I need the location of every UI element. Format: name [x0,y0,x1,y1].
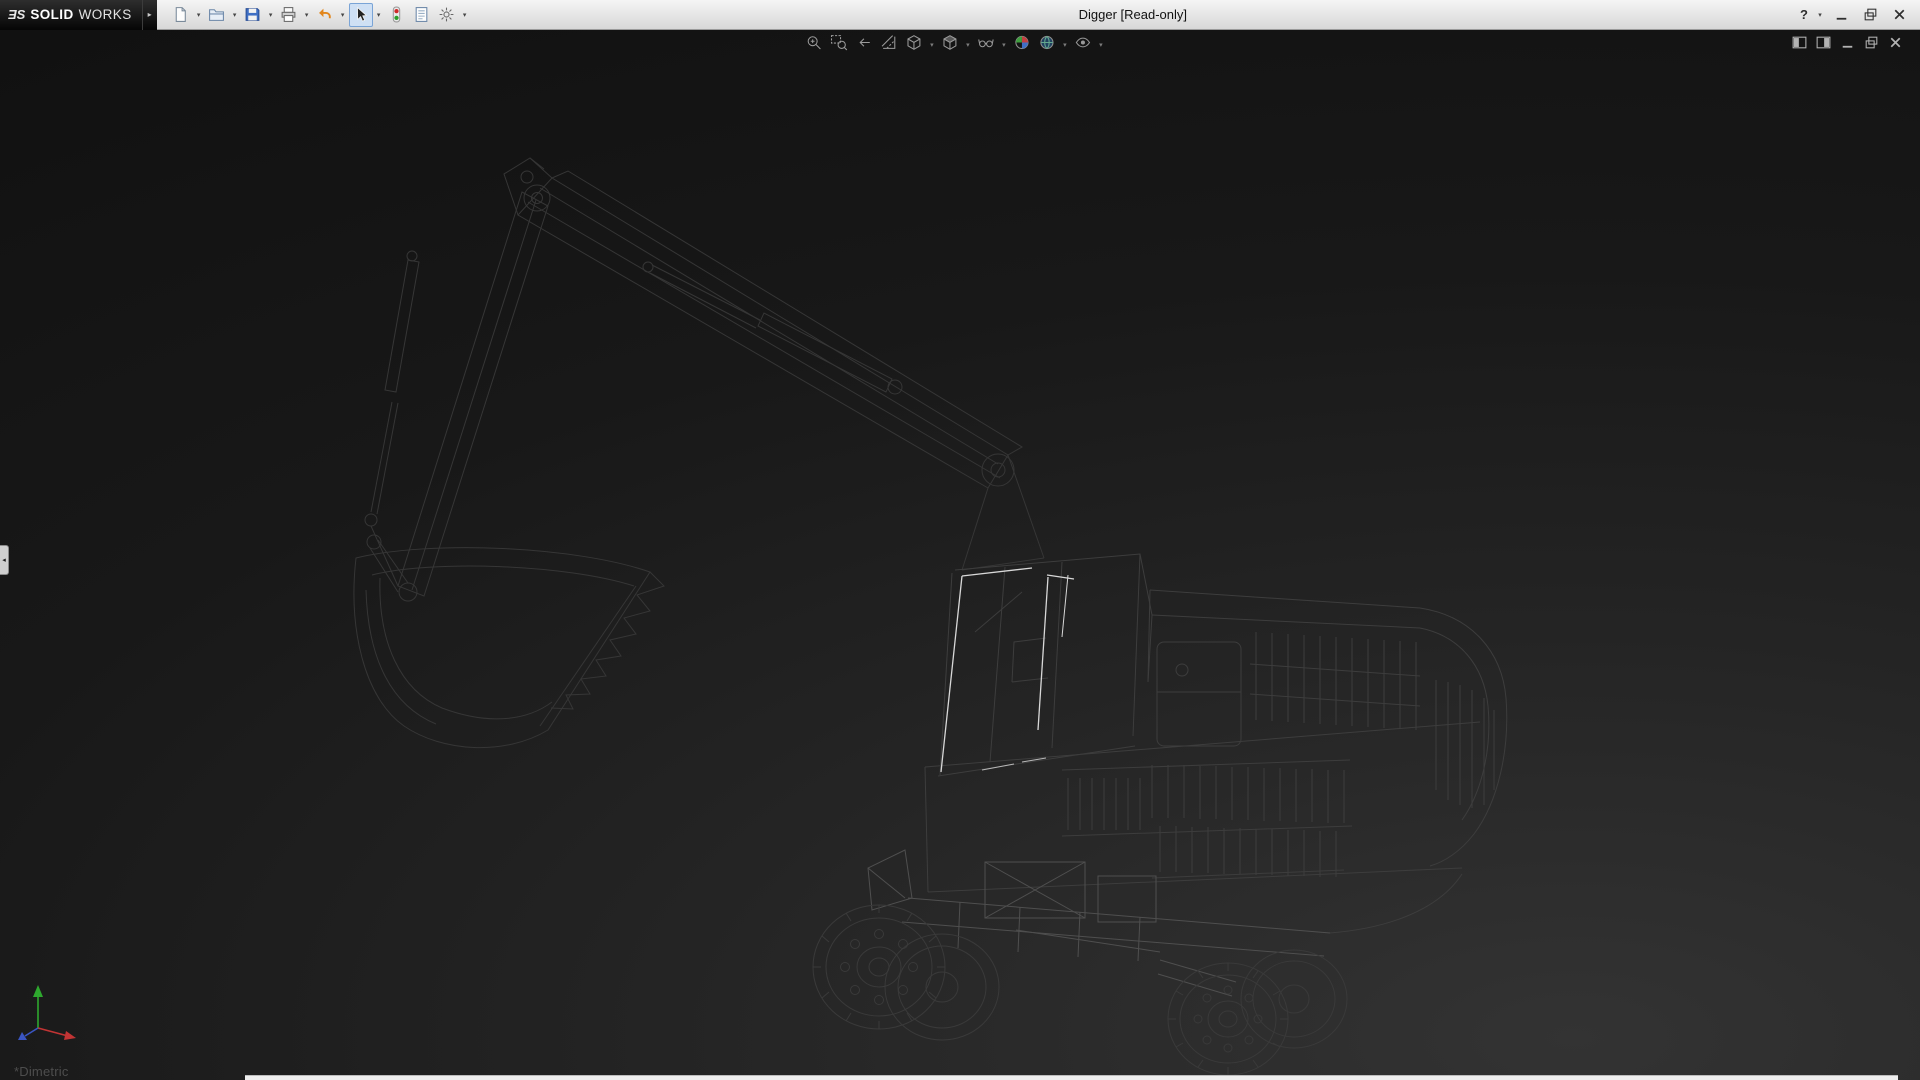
print-dropdown[interactable]: ▾ [302,11,312,19]
collapse-left-icon: ◂ [2,556,6,564]
save-icon [244,6,261,23]
hide-show-items-dropdown[interactable]: ▾ [999,41,1008,49]
title-bar: ƎS SOLID WORKS ▸ ▾ ▾ ▾ ▾ ▾ ▾ ▾ Digger [Read-onl… [0,0,1920,30]
minimize-button[interactable] [1828,5,1854,25]
viewport-pane-left-icon [1791,34,1808,56]
view-orientation-button[interactable] [902,33,925,56]
help-dropdown[interactable]: ▾ [1815,11,1825,19]
doc-close-button[interactable] [1885,34,1906,55]
new-document-icon [172,6,189,23]
undercarriage-wireframe [868,850,1330,996]
menu-expand-arrow[interactable]: ▸ [142,0,157,30]
excavator-wireframe-model [0,30,1920,1080]
viewport-pane-left-button[interactable] [1789,34,1810,55]
undo-dropdown[interactable]: ▾ [338,11,348,19]
document-window-controls [1789,34,1906,55]
view-orientation-label: *Dimetric [14,1064,69,1079]
logo-text-solid: SOLID [30,7,73,22]
status-bar-strip [245,1075,1898,1080]
apply-scene-button[interactable] [1035,33,1058,56]
view-settings-dropdown[interactable]: ▾ [1096,41,1105,49]
viewport-pane-right-button[interactable] [1813,34,1834,55]
options-button[interactable] [435,3,459,27]
graphics-viewport[interactable]: ▾ ▾ ▾ ▾ ▾ *Dimetric ◂ [0,30,1920,1080]
ds-logo-icon: ƎS [8,7,25,22]
heads-up-view-toolbar: ▾ ▾ ▾ ▾ ▾ [802,33,1105,56]
undo-icon [316,6,333,23]
file-properties-button[interactable] [410,3,434,27]
display-style-icon [941,34,958,56]
orientation-triad [12,970,92,1050]
new-document-button[interactable] [169,3,193,27]
apply-scene-icon [1038,34,1055,56]
doc-close-icon [1887,34,1904,56]
select-icon [352,6,369,23]
help-button[interactable]: ? [1796,5,1812,25]
cab-highlight-edges [941,568,1074,772]
hide-show-items-button[interactable] [974,33,997,56]
featuremanager-collapse-tab[interactable]: ◂ [0,545,9,575]
open-icon [208,6,225,23]
triad-x-axis [38,1028,76,1040]
boom-arm-wireframe [354,158,1044,748]
previous-view-icon [855,34,872,56]
open-button[interactable] [205,3,229,27]
view-settings-icon [1074,34,1091,56]
apply-scene-dropdown[interactable]: ▾ [1060,41,1069,49]
doc-minimize-icon [1839,34,1856,56]
triad-z-axis [18,1028,38,1040]
close-button[interactable] [1886,5,1912,25]
doc-minimize-button[interactable] [1837,34,1858,55]
previous-view-button[interactable] [852,33,875,56]
chevron-right-icon: ▸ [148,10,152,19]
view-orientation-dropdown[interactable]: ▾ [927,41,936,49]
window-controls: ?▾ [1796,5,1920,25]
display-style-dropdown[interactable]: ▾ [963,41,972,49]
print-button[interactable] [277,3,301,27]
open-dropdown[interactable]: ▾ [230,11,240,19]
zoom-to-area-icon [830,34,847,56]
print-icon [280,6,297,23]
options-icon [438,6,455,23]
file-properties-icon [413,6,430,23]
rebuild-button[interactable] [385,3,409,27]
view-settings-button[interactable] [1071,33,1094,56]
restore-button[interactable] [1857,5,1883,25]
display-style-button[interactable] [938,33,961,56]
save-dropdown[interactable]: ▾ [266,11,276,19]
quick-access-toolbar: ▾ ▾ ▾ ▾ ▾ ▾ ▾ [169,0,470,30]
document-title: Digger [Read-only] [470,7,1796,22]
logo-text-works: WORKS [79,7,132,22]
section-view-icon [880,34,897,56]
zoom-to-fit-icon [805,34,822,56]
body-cab-wireframe [925,554,1507,933]
doc-restore-icon [1863,34,1880,56]
wheels-wireframe [813,905,1347,1075]
hide-show-items-icon [977,34,994,56]
zoom-to-fit-button[interactable] [802,33,825,56]
triad-y-axis [33,985,43,1028]
edit-appearance-icon [1013,34,1030,56]
options-dropdown[interactable]: ▾ [460,11,470,19]
section-view-button[interactable] [877,33,900,56]
save-button[interactable] [241,3,265,27]
solidworks-logo-menu[interactable]: ƎS SOLID WORKS [0,0,142,30]
edit-appearance-button[interactable] [1010,33,1033,56]
zoom-to-area-button[interactable] [827,33,850,56]
solidworks-window: ƎS SOLID WORKS ▸ ▾ ▾ ▾ ▾ ▾ ▾ ▾ Digger [Read-onl… [0,0,1920,1080]
view-orientation-icon [905,34,922,56]
select-dropdown[interactable]: ▾ [374,11,384,19]
undo-button[interactable] [313,3,337,27]
new-document-dropdown[interactable]: ▾ [194,11,204,19]
viewport-pane-right-icon [1815,34,1832,56]
rebuild-icon [388,6,405,23]
doc-restore-button[interactable] [1861,34,1882,55]
select-button[interactable] [349,3,373,27]
